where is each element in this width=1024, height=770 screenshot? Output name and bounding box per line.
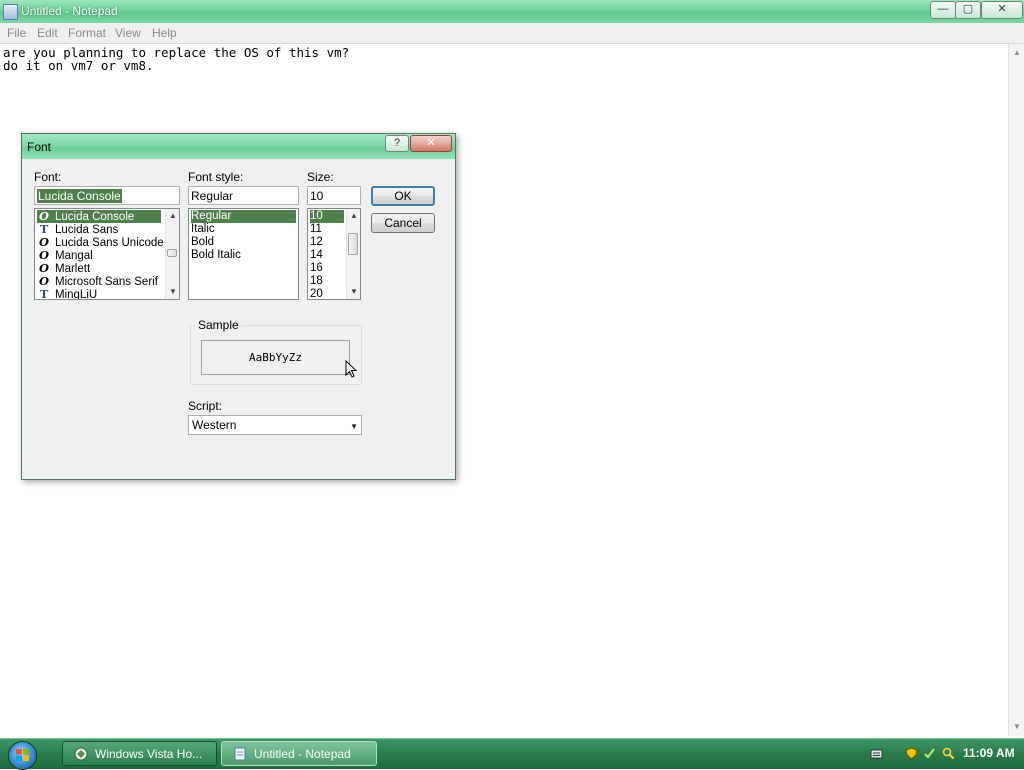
notepad-icon bbox=[234, 747, 246, 761]
style-list-item[interactable]: Bold Italic bbox=[191, 249, 241, 262]
scroll-thumb[interactable] bbox=[167, 249, 177, 257]
font-list-item[interactable]: O Lucida Console bbox=[37, 210, 161, 223]
size-list-item[interactable]: 16 bbox=[310, 262, 323, 275]
dialog-title: Font bbox=[27, 140, 52, 154]
font-label: Font: bbox=[34, 170, 62, 184]
size-input[interactable]: 10 bbox=[307, 186, 361, 205]
start-button[interactable] bbox=[8, 741, 37, 770]
security-shield-icon[interactable] bbox=[905, 747, 918, 760]
font-style-input[interactable]: Regular bbox=[188, 186, 299, 205]
font-listbox[interactable]: O Lucida Console T Lucida Sans O Lucida San… bbox=[34, 208, 180, 300]
scroll-down-icon[interactable]: ▼ bbox=[169, 287, 177, 296]
search-icon[interactable] bbox=[942, 747, 955, 760]
font-item-label: MingLiU bbox=[55, 289, 98, 300]
style-list-item[interactable]: Regular bbox=[191, 210, 296, 223]
font-item-label: Lucida Sans Unicode bbox=[55, 237, 164, 249]
sample-preview: AaBbYyZz bbox=[201, 340, 350, 375]
scroll-down-icon[interactable]: ▼ bbox=[350, 287, 358, 296]
size-list-scrollbar[interactable]: ▲ ▼ bbox=[346, 209, 360, 299]
size-list-item[interactable]: 20 bbox=[310, 288, 323, 299]
menu-format[interactable]: Format bbox=[68, 26, 106, 40]
script-select[interactable]: Western ▼ bbox=[188, 415, 362, 435]
size-list-item[interactable]: 10 bbox=[310, 210, 344, 223]
taskbar-button-vista[interactable]: Windows Vista Ho... bbox=[62, 741, 217, 766]
font-style-listbox[interactable]: Regular Italic Bold Bold Italic bbox=[188, 208, 299, 300]
chevron-down-icon[interactable]: ▼ bbox=[350, 418, 358, 436]
taskbar: Windows Vista Ho... Untitled - Notepad 1… bbox=[0, 738, 1024, 770]
minimize-button[interactable]: — bbox=[930, 1, 956, 19]
size-list-item[interactable]: 14 bbox=[310, 249, 323, 262]
font-list-item[interactable]: O Lucida Sans Unicode bbox=[37, 236, 164, 250]
system-clock[interactable]: 11:09 AM bbox=[963, 746, 1015, 760]
menu-help[interactable]: Help bbox=[152, 26, 177, 40]
scroll-up-icon[interactable]: ▲ bbox=[350, 211, 358, 220]
taskbar-button-notepad[interactable]: Untitled - Notepad bbox=[221, 741, 377, 766]
font-item-label: Marlett bbox=[55, 263, 91, 275]
help-button[interactable]: ? bbox=[385, 135, 409, 152]
taskbar-button-label: Windows Vista Ho... bbox=[95, 747, 203, 761]
scroll-up-icon[interactable]: ▲ bbox=[169, 211, 177, 220]
mouse-pointer-icon bbox=[345, 360, 358, 378]
network-icon[interactable] bbox=[923, 747, 936, 760]
scroll-up-icon[interactable]: ▲ bbox=[1013, 48, 1021, 57]
menu-view[interactable]: View bbox=[115, 26, 141, 40]
style-list-item[interactable]: Italic bbox=[191, 223, 215, 236]
font-item-label: Microsoft Sans Serif bbox=[55, 276, 158, 288]
dialog-titlebar[interactable]: Font ? ✕ bbox=[22, 134, 455, 159]
windows-logo-icon bbox=[16, 749, 29, 761]
window-titlebar[interactable]: Untitled - Notepad — ▢ ✕ bbox=[0, 0, 1024, 23]
script-value: Western bbox=[192, 418, 237, 432]
size-listbox[interactable]: 10 11 12 14 16 18 20 ▲ ▼ bbox=[307, 208, 361, 300]
menu-edit[interactable]: Edit bbox=[37, 26, 58, 40]
font-list-scrollbar[interactable]: ▲ ▼ bbox=[165, 209, 179, 299]
font-name-input[interactable]: Lucida Console bbox=[34, 186, 180, 205]
cancel-button[interactable]: Cancel bbox=[371, 213, 435, 233]
window-title: Untitled - Notepad bbox=[21, 4, 118, 18]
menu-file[interactable]: File bbox=[7, 26, 26, 40]
dialog-close-button[interactable]: ✕ bbox=[410, 135, 452, 152]
style-list-item[interactable]: Bold bbox=[191, 236, 214, 249]
font-list-item[interactable]: T MingLiU bbox=[37, 288, 97, 300]
scroll-down-icon[interactable]: ▼ bbox=[1013, 722, 1021, 731]
ok-button[interactable]: OK bbox=[371, 186, 435, 206]
size-list-item[interactable]: 18 bbox=[310, 275, 323, 288]
taskbar-button-label: Untitled - Notepad bbox=[254, 747, 351, 761]
truetype-font-icon: T bbox=[39, 287, 49, 300]
editor-line: do it on vm7 or vm8. bbox=[3, 58, 154, 73]
maximize-button[interactable]: ▢ bbox=[955, 1, 981, 19]
size-label: Size: bbox=[307, 170, 334, 184]
size-list-item[interactable]: 12 bbox=[310, 236, 323, 249]
font-item-label: Mangal bbox=[55, 250, 93, 262]
font-dialog: Font ? ✕ Font: Lucida Console O Lucida Co… bbox=[21, 133, 456, 480]
sample-label: Sample bbox=[195, 318, 242, 332]
script-label: Script: bbox=[188, 399, 223, 413]
notepad-icon bbox=[3, 4, 18, 20]
font-name-value: Lucida Console bbox=[37, 189, 122, 203]
keyboard-icon[interactable] bbox=[870, 747, 883, 760]
font-item-label: Lucida Sans bbox=[55, 224, 119, 236]
size-list-item[interactable]: 11 bbox=[310, 223, 322, 236]
scroll-thumb[interactable] bbox=[348, 233, 358, 255]
app-window-icon bbox=[74, 747, 88, 761]
editor-scrollbar[interactable]: ▲ ▼ bbox=[1008, 44, 1024, 736]
font-list-item[interactable]: O Microsoft Sans Serif bbox=[37, 275, 158, 289]
font-item-label: Lucida Console bbox=[55, 211, 135, 223]
close-button[interactable]: ✕ bbox=[981, 1, 1023, 19]
font-style-label: Font style: bbox=[188, 170, 244, 184]
font-list-item[interactable]: T Lucida Sans bbox=[37, 223, 119, 237]
menu-bar: File Edit Format View Help bbox=[0, 23, 1024, 44]
